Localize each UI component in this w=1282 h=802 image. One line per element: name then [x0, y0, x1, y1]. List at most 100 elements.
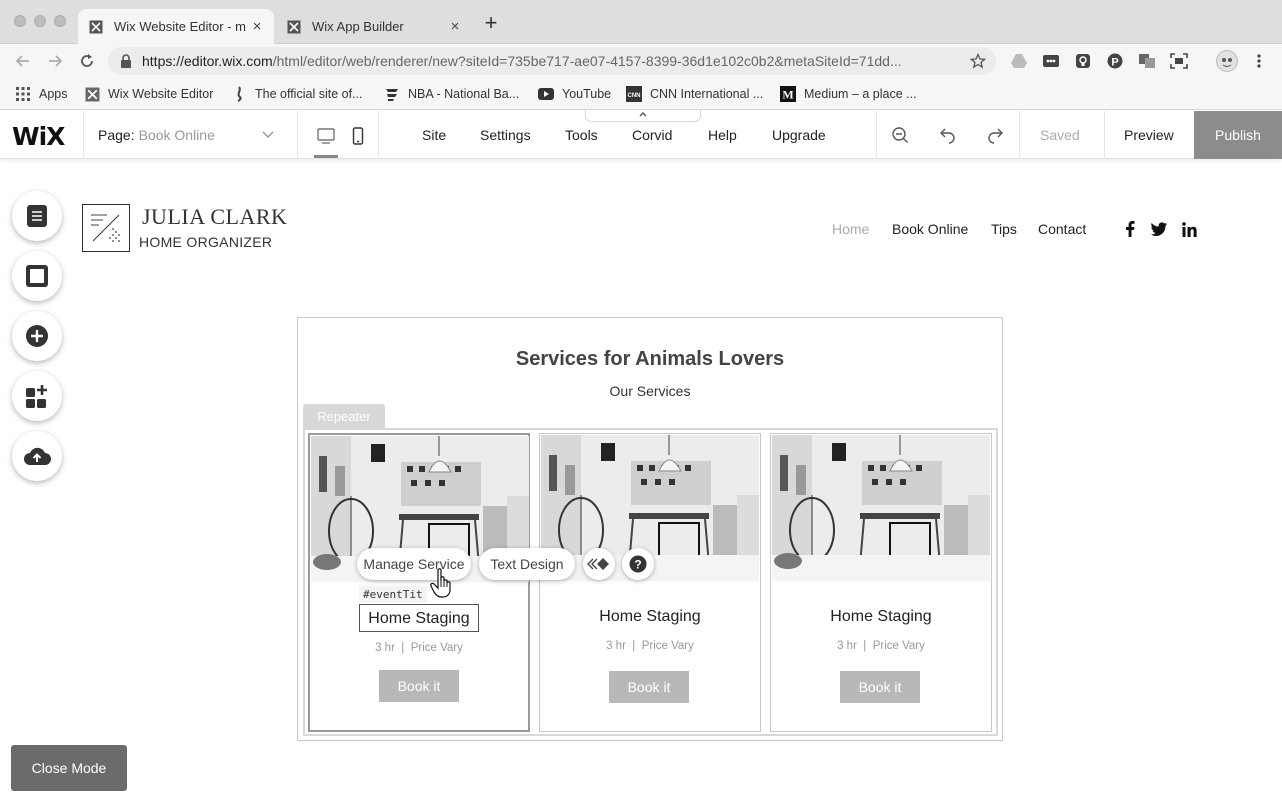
- service-card[interactable]: Home Staging 3 hr | Price Vary Book it: [770, 433, 992, 732]
- pages-menu-button[interactable]: [12, 191, 62, 241]
- service-meta: 3 hr | Price Vary: [837, 640, 925, 652]
- drive-extension-icon[interactable]: [1010, 52, 1028, 70]
- saved-status: Saved: [1040, 127, 1080, 143]
- page-selector-label: Page:: [98, 127, 135, 143]
- more-vertical-icon[interactable]: [1250, 52, 1268, 70]
- undo-icon[interactable]: [938, 125, 958, 145]
- service-card[interactable]: Home Staging 3 hr | Price Vary Book it: [539, 433, 761, 732]
- close-icon[interactable]: ×: [446, 18, 464, 35]
- address-bar[interactable]: https://editor.wix.com/html/editor/web/r…: [108, 47, 996, 75]
- desktop-view-icon[interactable]: [315, 124, 337, 148]
- service-title[interactable]: Home Staging: [771, 608, 991, 626]
- url-host: https://editor.wix.com: [142, 53, 273, 69]
- mobile-view-icon[interactable]: [347, 124, 369, 148]
- preview-button[interactable]: Preview: [1124, 127, 1174, 143]
- bookmark-cnn[interactable]: CNN CNN International ...: [626, 84, 763, 104]
- site-name[interactable]: JULIA CLARK: [142, 204, 287, 230]
- youtube-icon: [538, 86, 554, 102]
- menu-tools[interactable]: Tools: [565, 127, 598, 143]
- facebook-icon[interactable]: [1122, 221, 1138, 237]
- help-circle-icon: ?: [629, 555, 647, 573]
- active-device-indicator: [314, 155, 338, 158]
- bookmark-label: The official site of...: [255, 87, 363, 101]
- zoom-out-icon[interactable]: [890, 125, 910, 145]
- translate-icon[interactable]: [1138, 52, 1156, 70]
- site-nav-contact[interactable]: Contact: [1038, 221, 1086, 237]
- profile-avatar-icon[interactable]: [1216, 50, 1238, 72]
- bookmark-nba[interactable]: NBA - National Ba...: [384, 84, 519, 104]
- bookmark-label: Medium – a place ...: [804, 87, 917, 101]
- bulb-extension-icon[interactable]: [1074, 52, 1092, 70]
- extension-icon[interactable]: [1042, 52, 1060, 70]
- menu-upgrade[interactable]: Upgrade: [772, 127, 826, 143]
- service-title[interactable]: Home Staging: [540, 608, 760, 626]
- window-minimize-button[interactable]: [34, 15, 46, 27]
- menu-corvid[interactable]: Corvid: [632, 127, 672, 143]
- bookmark-wix-editor[interactable]: Wix Website Editor: [84, 84, 213, 104]
- bookmark-official-site[interactable]: The official site of...: [231, 84, 362, 104]
- close-icon[interactable]: ×: [248, 18, 266, 35]
- bookmark-label: CNN International ...: [650, 87, 764, 101]
- new-tab-button[interactable]: +: [480, 12, 502, 35]
- pages-icon: [26, 204, 48, 228]
- redo-icon[interactable]: [985, 125, 1005, 145]
- bookmark-star-icon[interactable]: [970, 53, 986, 69]
- window-zoom-button[interactable]: [54, 15, 66, 27]
- site-tagline[interactable]: HOME ORGANIZER: [139, 234, 272, 250]
- menu-help[interactable]: Help: [708, 127, 737, 143]
- close-mode-button[interactable]: Close Mode: [11, 745, 127, 791]
- site-nav-tips[interactable]: Tips: [991, 221, 1017, 237]
- book-it-button[interactable]: Book it: [609, 671, 689, 703]
- page-selector[interactable]: Page: Book Online: [83, 111, 298, 159]
- service-price: Price Vary: [641, 640, 694, 652]
- add-apps-button[interactable]: [12, 371, 62, 421]
- text-design-button[interactable]: Text Design: [479, 548, 575, 580]
- tab-title: Wix Website Editor - m: [114, 19, 246, 34]
- site-nav-home[interactable]: Home: [832, 221, 869, 237]
- service-duration: 3 hr: [837, 640, 857, 652]
- bookmark-youtube[interactable]: YouTube: [538, 84, 611, 104]
- bookmark-medium[interactable]: M Medium – a place ...: [780, 84, 917, 104]
- tab-wix-app-builder[interactable]: Wix App Builder ×: [276, 9, 472, 44]
- reload-icon[interactable]: [77, 51, 97, 71]
- upload-media-button[interactable]: [12, 431, 62, 481]
- divider: [876, 111, 877, 159]
- background-icon: [25, 264, 49, 288]
- services-title[interactable]: Services for Animals Lovers: [297, 348, 1003, 371]
- animation-button[interactable]: [583, 548, 615, 580]
- forward-arrow-icon[interactable]: [45, 51, 65, 71]
- bookmark-label: Wix Website Editor: [108, 87, 214, 101]
- medium-icon: M: [780, 86, 796, 102]
- linkedin-icon[interactable]: [1181, 221, 1197, 237]
- bookmarks-bar: Apps Wix Website Editor The official sit…: [0, 78, 1282, 110]
- help-button[interactable]: ?: [622, 548, 654, 580]
- wix-logo: WiX: [12, 122, 65, 151]
- menu-site[interactable]: Site: [422, 127, 446, 143]
- publish-button[interactable]: Publish: [1194, 111, 1282, 159]
- collapse-toolbar-handle[interactable]: [585, 110, 701, 122]
- services-subtitle[interactable]: Our Services: [297, 383, 1003, 399]
- divider: [1104, 111, 1105, 159]
- site-nav-book-online[interactable]: Book Online: [892, 221, 968, 237]
- service-image[interactable]: [772, 435, 990, 581]
- window-close-button[interactable]: [14, 15, 26, 27]
- background-button[interactable]: [12, 251, 62, 301]
- book-it-button[interactable]: Book it: [379, 670, 459, 702]
- tab-wix-editor[interactable]: Wix Website Editor - m ×: [78, 9, 274, 44]
- cnn-icon: CNN: [626, 86, 642, 102]
- repeater-tag[interactable]: Repeater: [303, 404, 385, 428]
- add-element-button[interactable]: [12, 311, 62, 361]
- site-logo[interactable]: [82, 204, 130, 252]
- pinterest-icon[interactable]: P: [1106, 52, 1124, 70]
- book-it-button[interactable]: Book it: [840, 671, 920, 703]
- tab-title: Wix App Builder: [312, 19, 404, 34]
- service-card[interactable]: Home Staging 3 hr | Price Vary Book it: [308, 433, 530, 732]
- bookmark-label: NBA - National Ba...: [408, 87, 520, 101]
- twitter-icon[interactable]: [1151, 221, 1167, 237]
- animation-icon: [587, 557, 611, 571]
- menu-settings[interactable]: Settings: [480, 127, 531, 143]
- bookmark-apps[interactable]: Apps: [15, 84, 68, 104]
- back-arrow-icon[interactable]: [13, 51, 33, 71]
- bookmark-label: Apps: [39, 87, 68, 101]
- screenshot-icon[interactable]: [1170, 52, 1188, 70]
